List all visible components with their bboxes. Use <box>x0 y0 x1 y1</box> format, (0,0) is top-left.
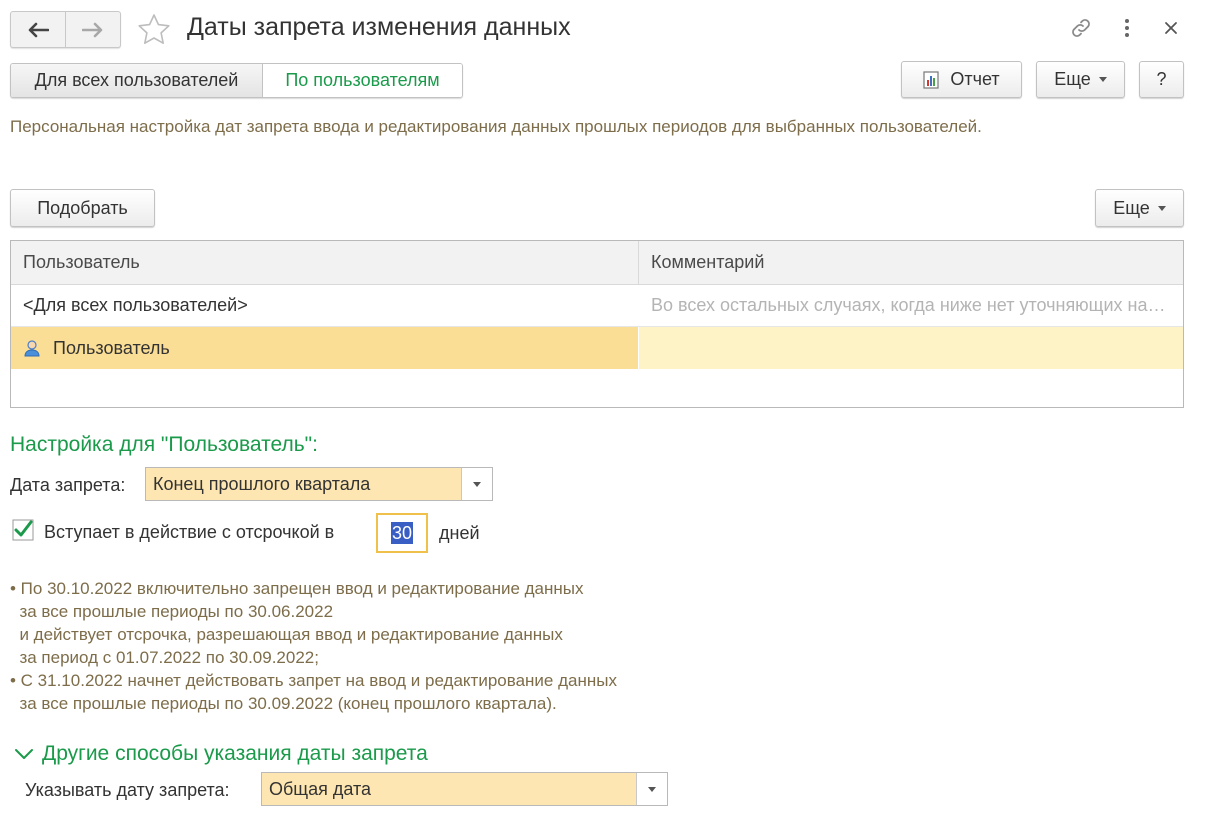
caret-down-icon <box>648 786 656 792</box>
cell-comment-text: Во всех остальных случаях, когда ниже не… <box>651 295 1171 315</box>
arrow-right-icon <box>82 22 103 37</box>
report-button[interactable]: Отчет <box>901 61 1022 98</box>
settings-section-title: Настройка для "Пользователь": <box>10 433 318 456</box>
column-header-user[interactable]: Пользователь <box>11 241 639 284</box>
vertical-dots-icon <box>1125 19 1129 37</box>
link-button[interactable] <box>1067 14 1095 42</box>
cell-user: <Для всех пользователей> <box>23 295 248 315</box>
ban-date-select[interactable]: Конец прошлого квартала <box>145 467 493 501</box>
other-methods-group-toggle[interactable]: Другие способы указания даты запрета <box>14 742 428 766</box>
forward-button[interactable] <box>65 12 120 47</box>
cell-user-text: Пользователь <box>53 337 170 358</box>
more-actions-button[interactable] <box>1113 14 1141 42</box>
favorite-star-icon[interactable] <box>136 12 172 48</box>
tab-all-users[interactable]: Для всех пользователей <box>11 64 263 97</box>
report-button-label: Отчет <box>950 69 1000 89</box>
table-header: Пользователь Комментарий <box>11 241 1183 285</box>
form-description: Персональная настройка дат запрета ввода… <box>10 117 982 136</box>
cell-comment: Во всех остальных случаях, когда ниже не… <box>639 285 1183 326</box>
pick-button[interactable]: Подобрать <box>10 189 155 227</box>
specify-date-select[interactable]: Общая дата <box>261 772 668 806</box>
help-button-label: ? <box>1156 69 1167 89</box>
specify-date-dropdown-button[interactable] <box>636 773 667 805</box>
list-more-button-label: Еще <box>1113 197 1150 218</box>
delay-unit-label: дней <box>439 523 480 543</box>
column-header-comment[interactable]: Комментарий <box>639 241 1183 284</box>
delay-checkbox[interactable] <box>12 519 34 541</box>
navigation-buttons <box>10 11 121 48</box>
user-icon <box>24 340 40 357</box>
more-button-label: Еще <box>1054 69 1091 89</box>
close-icon <box>1165 22 1177 34</box>
users-table: Пользователь Комментарий <Для всех польз… <box>10 240 1184 408</box>
ban-date-value[interactable]: Конец прошлого квартала <box>146 468 461 500</box>
caret-down-icon <box>1157 205 1166 211</box>
more-button[interactable]: Еще <box>1036 61 1125 98</box>
ban-info-text: • По 30.10.2022 включительно запрещен вв… <box>10 579 617 713</box>
page-title: Даты запрета изменения данных <box>187 13 571 41</box>
table-row-selected[interactable]: Пользователь <box>11 327 1183 369</box>
delay-days-input[interactable]: 30 <box>376 513 428 553</box>
help-button[interactable]: ? <box>1139 61 1184 98</box>
arrow-left-icon <box>28 22 49 37</box>
delay-days-value: 30 <box>390 522 414 544</box>
mode-switch: Для всех пользователей По пользователям <box>10 63 463 98</box>
tab-by-users[interactable]: По пользователям <box>263 64 462 97</box>
ban-date-dropdown-button[interactable] <box>461 468 492 500</box>
other-methods-title: Другие способы указания даты запрета <box>42 742 428 765</box>
list-more-button[interactable]: Еще <box>1095 189 1184 227</box>
report-icon <box>923 70 939 89</box>
back-button[interactable] <box>11 12 65 47</box>
cell-comment <box>639 327 1183 369</box>
close-button[interactable] <box>1157 14 1185 42</box>
pick-button-label: Подобрать <box>37 197 128 218</box>
table-row[interactable]: <Для всех пользователей> Во всех остальн… <box>11 285 1183 327</box>
ban-date-label: Дата запрета: <box>10 475 126 495</box>
specify-date-label: Указывать дату запрета: <box>25 780 230 800</box>
cell-user: Пользователь <box>11 327 639 369</box>
caret-down-icon <box>473 481 481 487</box>
link-icon <box>1072 19 1090 37</box>
specify-date-value[interactable]: Общая дата <box>262 773 636 805</box>
delay-label: Вступает в действие с отсрочкой в <box>44 522 335 542</box>
chevron-down-icon <box>15 749 33 759</box>
caret-down-icon <box>1098 77 1107 82</box>
